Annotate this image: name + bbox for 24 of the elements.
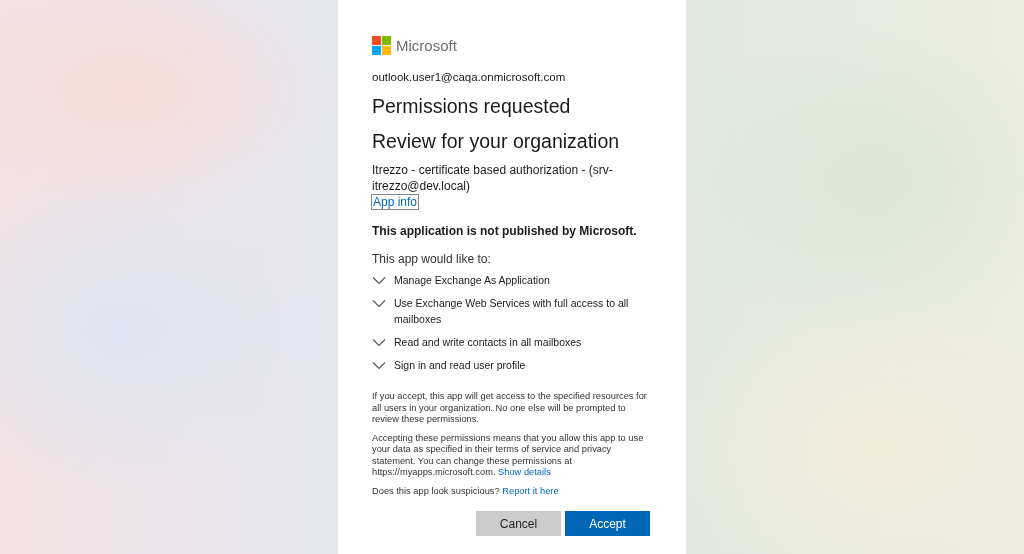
permission-item[interactable]: Use Exchange Web Services with full access to all mailboxes xyxy=(372,295,642,327)
permission-item[interactable]: Read and write contacts in all mailboxes xyxy=(372,334,642,350)
brand-name: Microsoft xyxy=(396,37,457,54)
chevron-icon xyxy=(372,338,386,347)
notice-link[interactable]: Show details xyxy=(498,467,551,477)
publisher-warning: This application is not published by Microsoft. xyxy=(372,224,637,238)
notice-text: Accepting these permissions means that you allow this app to use your data as specified in their terms of service and privacy statement. You can change these permissions at https://myapps.microsoft.com. Show details xyxy=(372,432,645,479)
permission-item[interactable]: Sign in and read user profile xyxy=(372,357,642,373)
chevron-icon xyxy=(372,299,386,308)
app-name: Itrezzo - certificate based authorization - (srv-itrezzo@dev.local) xyxy=(372,162,614,194)
account-email: outlook.user1@caqa.onmicrosoft.com xyxy=(372,71,566,83)
page-subtitle: Review for your organization xyxy=(372,130,620,153)
chevron-icon xyxy=(372,361,386,370)
page-title: Permissions requested xyxy=(372,95,571,118)
chevron-icon xyxy=(372,276,386,285)
permission-item[interactable]: Manage Exchange As Application xyxy=(372,272,642,288)
notice-text: Does this app look suspicious? Report it here xyxy=(372,485,560,497)
logo-icon xyxy=(372,36,391,55)
accept-button[interactable]: Accept xyxy=(565,511,650,536)
notice-text: If you accept, this app will get access to the specified resources for all users in your organization. No one else will be prompted to review these permissions. xyxy=(372,391,648,426)
permissions-intro: This app would like to: xyxy=(372,252,491,266)
app-info-link[interactable]: App info xyxy=(371,194,420,210)
notice-link[interactable]: Report it here xyxy=(502,485,559,496)
cancel-button[interactable]: Cancel xyxy=(476,511,561,536)
